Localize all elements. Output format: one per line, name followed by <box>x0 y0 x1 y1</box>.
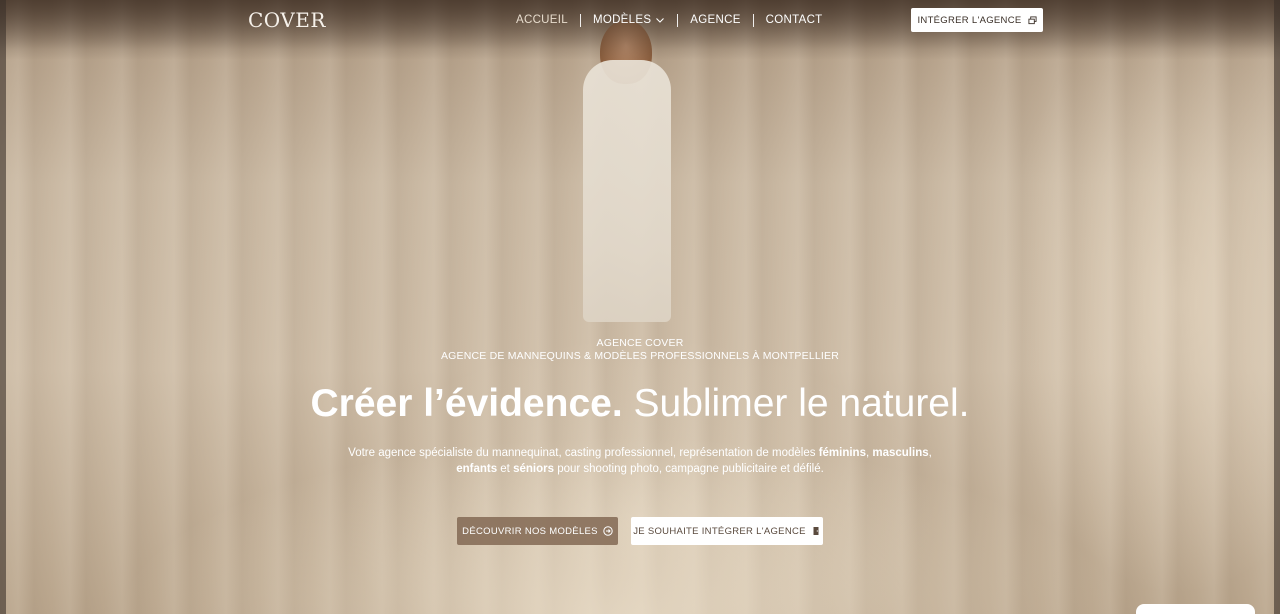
lede-part2: et <box>497 462 514 475</box>
nav-item-modeles-label: MODÈLES <box>592 14 652 26</box>
lede-masculins: masculins <box>872 447 929 459</box>
lede-part1: Votre agence spécialiste du mannequinat,… <box>348 447 819 459</box>
site-logo[interactable]: COVER <box>248 8 326 32</box>
right-edge <box>1274 0 1280 614</box>
lede-feminins: féminins <box>818 447 866 459</box>
lede-seniors: séniors <box>513 462 554 475</box>
hero-headline: Créer l’évidence. Sublimer le naturel. <box>0 380 1280 428</box>
model-figure-body <box>583 60 671 322</box>
join-agency-label: JE SOUHAITE INTÉGRER L'AGENCE <box>633 525 806 537</box>
nav-divider <box>579 13 581 27</box>
door-icon <box>813 527 819 535</box>
nav-item-accueil[interactable]: ACCUEIL <box>516 14 568 26</box>
nav-divider <box>752 13 754 27</box>
floating-widget[interactable] <box>1136 604 1255 614</box>
discover-models-button[interactable]: DÉCOUVRIR NOS MODÈLES <box>457 517 618 545</box>
nav-divider <box>677 13 679 27</box>
join-agency-button[interactable]: JE SOUHAITE INTÉGRER L'AGENCE <box>631 517 823 545</box>
join-agency-header-button[interactable]: INTÉGRER L'AGENCE <box>911 8 1043 32</box>
headline-bold: Créer l’évidence. <box>310 382 623 425</box>
lede-sep2: , <box>928 447 932 459</box>
hero-kicker-line2: AGENCE DE MANNEQUINS & MODÈLES PROFESSIO… <box>440 349 840 362</box>
nav-item-modeles[interactable]: MODÈLES <box>593 14 665 26</box>
discover-models-label: DÉCOUVRIR NOS MODÈLES <box>462 525 598 537</box>
hero-description: Votre agence spécialiste du mannequinat,… <box>340 446 940 477</box>
hero-kicker-line1: AGENCE COVER <box>596 337 684 349</box>
hero-kicker: AGENCE COVER AGENCE DE MANNEQUINS & MODÈ… <box>0 337 1280 362</box>
arrow-circle-right-icon <box>603 526 613 536</box>
external-window-icon <box>1027 15 1037 24</box>
lede-enfants: enfants <box>456 462 498 475</box>
join-agency-header-label: INTÉGRER L'AGENCE <box>917 14 1022 26</box>
header-gradient <box>0 0 1280 60</box>
lede-part3: pour shooting photo, campagne publicitai… <box>554 462 824 475</box>
nav-item-agence[interactable]: AGENCE <box>690 14 740 26</box>
main-navigation: ACCUEIL MODÈLES AGENCE CONTACT <box>516 12 823 28</box>
left-edge <box>0 0 6 614</box>
headline-light: Sublimer le naturel. <box>633 382 970 425</box>
nav-item-contact[interactable]: CONTACT <box>766 14 823 26</box>
chevron-down-icon <box>656 18 665 23</box>
